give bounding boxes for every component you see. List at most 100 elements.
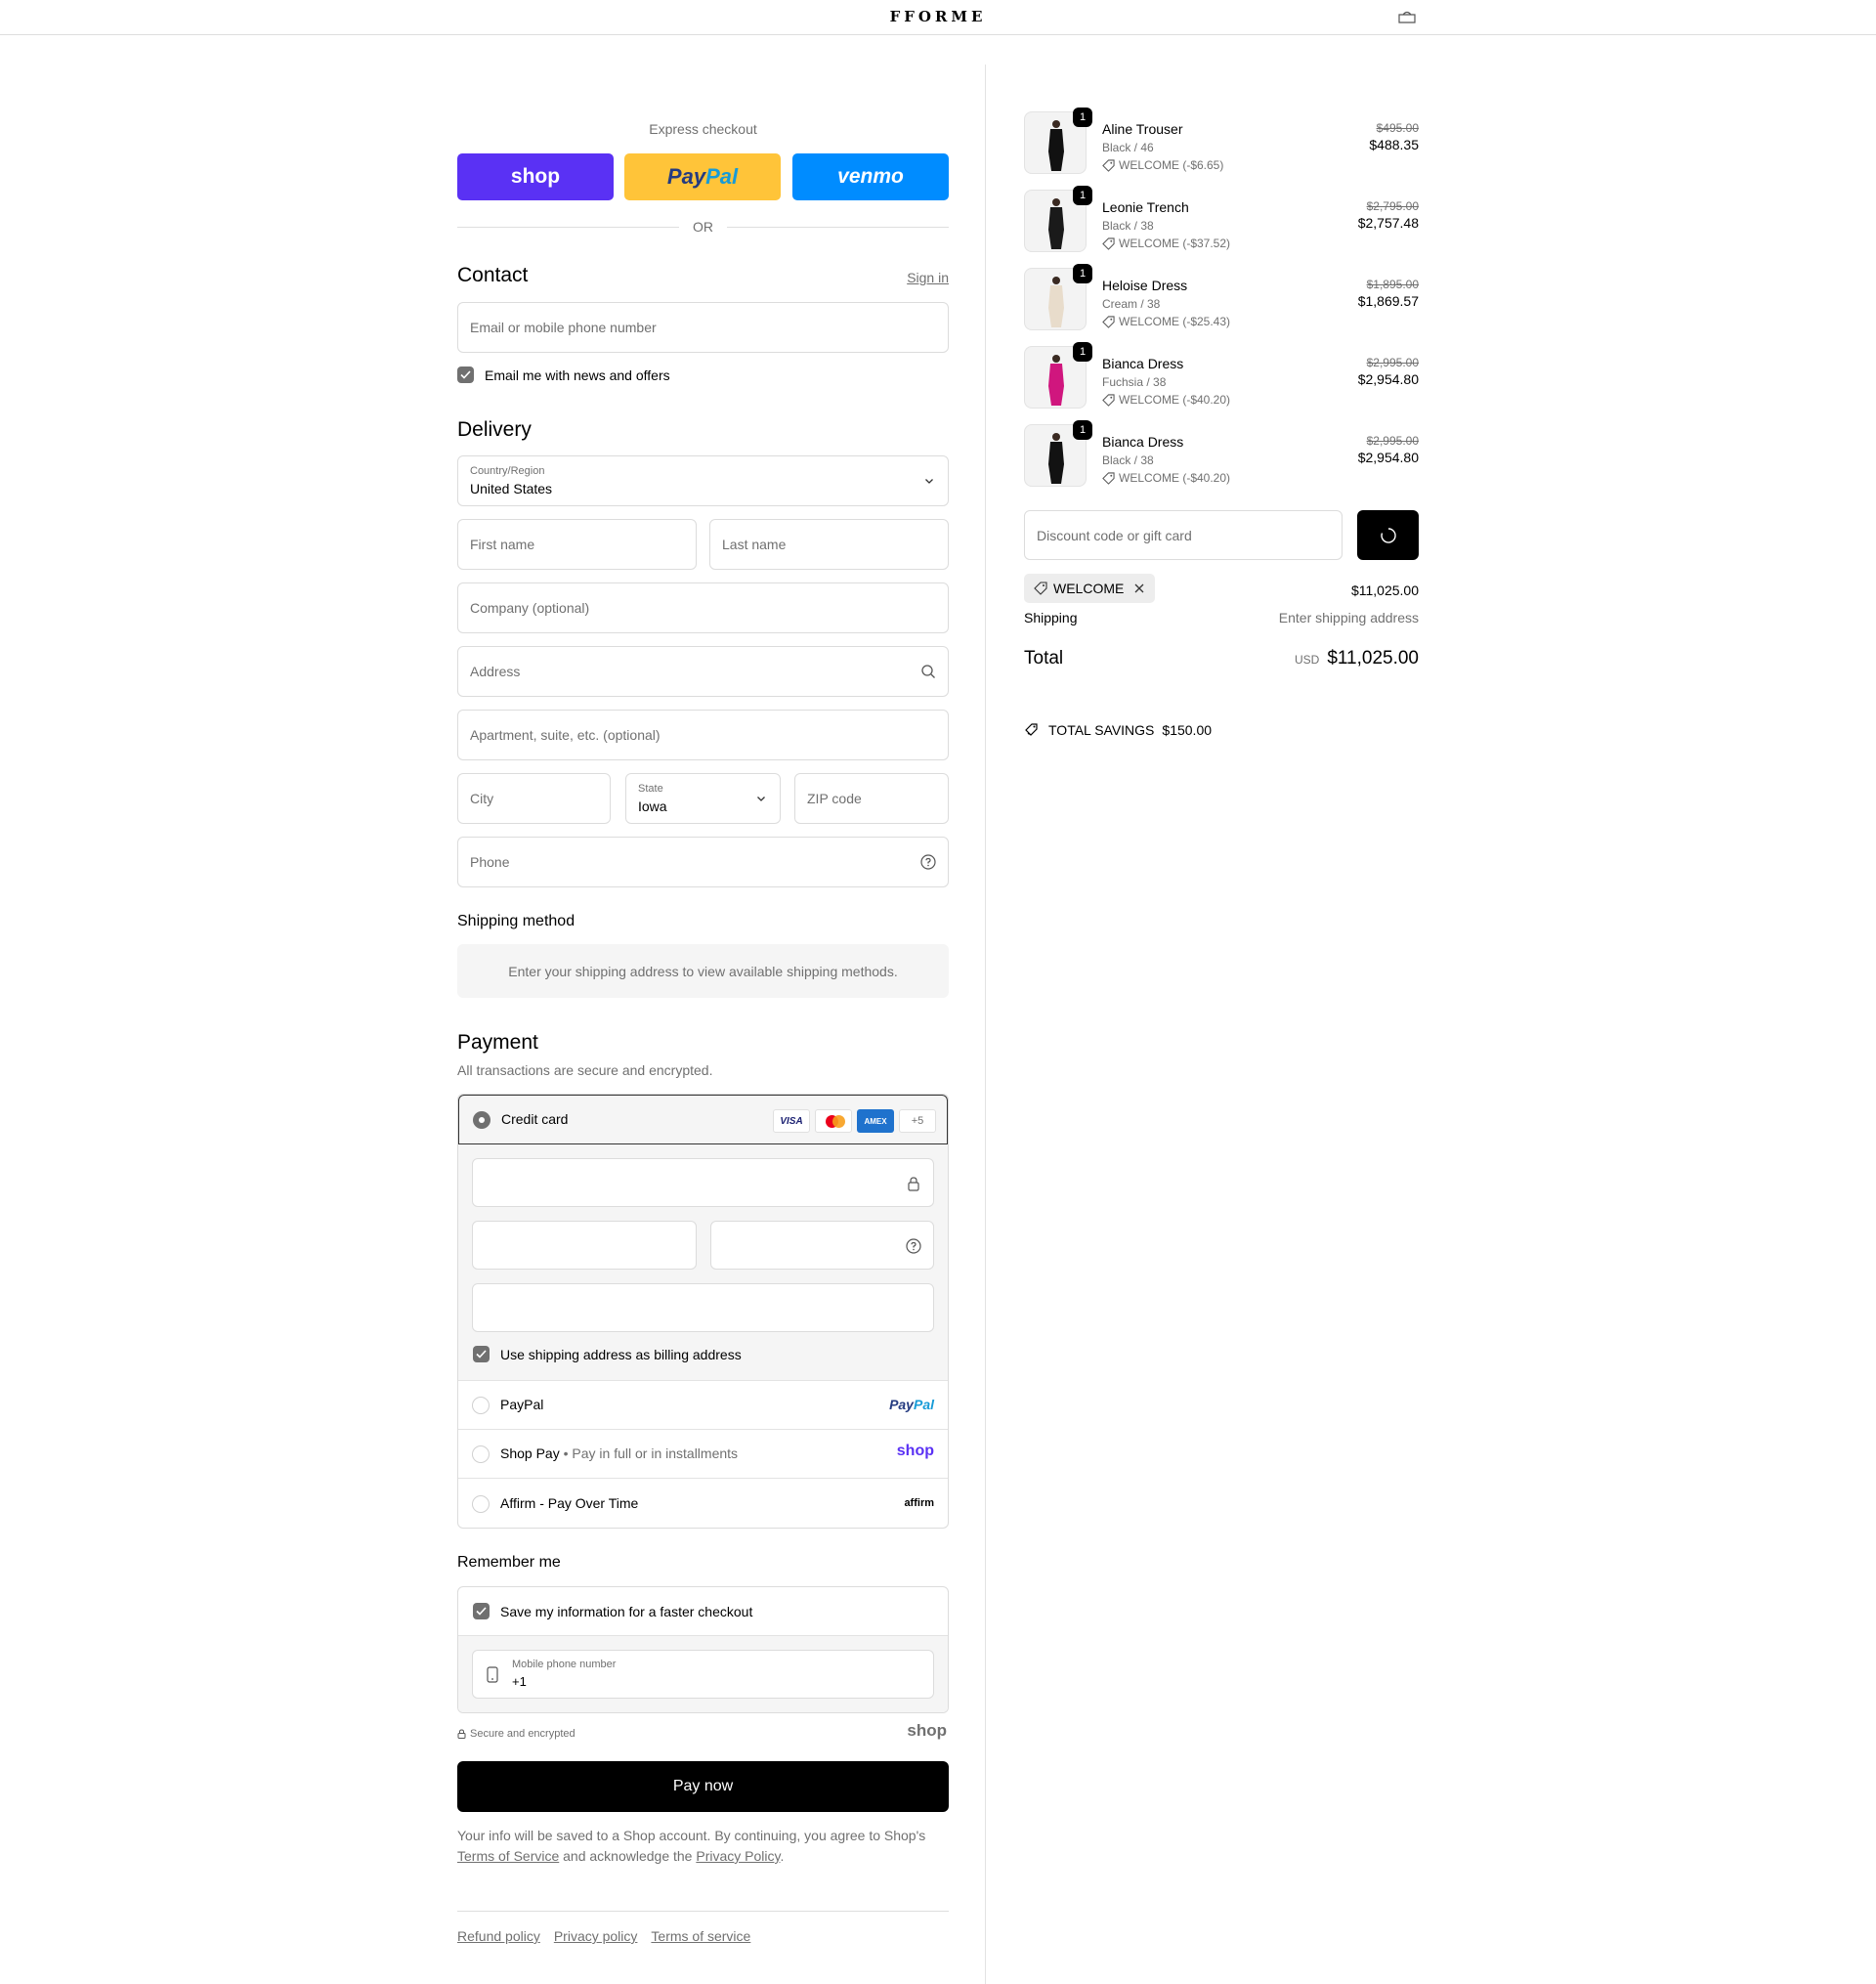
paypal-logo-pay: Pay xyxy=(666,164,706,189)
apply-discount-button[interactable] xyxy=(1357,510,1419,560)
check-icon xyxy=(476,1607,487,1616)
paypal-radio[interactable] xyxy=(472,1397,490,1414)
privacy-policy-link[interactable]: Privacy Policy xyxy=(696,1848,780,1864)
state-label: State xyxy=(638,783,663,795)
venmo-button[interactable]: venmo xyxy=(792,153,949,200)
amex-text: AMEX xyxy=(864,1116,887,1126)
last-name-placeholder: Last name xyxy=(722,537,787,552)
shoppay-option[interactable]: Shop Pay • Pay in full or in installment… xyxy=(458,1429,948,1478)
express-checkout-title: Express checkout xyxy=(649,121,757,137)
phone-field[interactable]: Phone xyxy=(457,837,949,887)
save-info-checkbox[interactable] xyxy=(473,1603,490,1619)
product-variant: Black / 38 xyxy=(1102,453,1154,467)
pay-now-button[interactable]: Pay now xyxy=(457,1761,949,1812)
legal-text: Your info will be saved to a Shop accoun… xyxy=(457,1826,949,1867)
affirm-option[interactable]: Affirm - Pay Over Time affirm xyxy=(458,1478,948,1528)
email-field[interactable]: Email or mobile phone number xyxy=(457,302,949,353)
shipping-value: Enter shipping address xyxy=(1278,610,1419,625)
line-item: 1 Leonie Trench Black / 38 WELCOME (-$37.52… xyxy=(1024,186,1419,258)
payment-methods: Credit card VISA AMEX +5 Use shipping ad… xyxy=(457,1094,949,1529)
billing-same-checkbox[interactable] xyxy=(473,1346,490,1362)
country-select[interactable]: Country/Region United States xyxy=(457,455,949,506)
product-variant: Black / 38 xyxy=(1102,219,1154,233)
product-variant: Black / 46 xyxy=(1102,141,1154,154)
line-item: 1 Bianca Dress Fuchsia / 38 WELCOME (-$40.2… xyxy=(1024,342,1419,414)
company-field[interactable]: Company (optional) xyxy=(457,582,949,633)
product-discount: WELCOME (-$40.20) xyxy=(1102,393,1230,407)
or-divider-right xyxy=(727,227,949,228)
paypal-button[interactable]: Pay Pal xyxy=(624,153,781,200)
sign-in-link[interactable]: Sign in xyxy=(907,270,949,285)
shipping-method-notice: Enter your shipping address to view avai… xyxy=(457,944,949,998)
help-icon[interactable] xyxy=(906,1238,921,1254)
visa-text: VISA xyxy=(780,1115,803,1127)
zip-field[interactable]: ZIP code xyxy=(794,773,949,824)
quantity-badge: 1 xyxy=(1073,186,1092,205)
product-final-price: $1,869.57 xyxy=(1357,293,1419,309)
paypal-logo-pal: Pal xyxy=(913,1397,934,1412)
terms-of-service-footer-link[interactable]: Terms of service xyxy=(651,1928,750,1944)
discount-code-field[interactable]: Discount code or gift card xyxy=(1024,510,1343,560)
privacy-policy-footer-link[interactable]: Privacy policy xyxy=(554,1928,638,1944)
mastercard-icon xyxy=(815,1109,852,1133)
product-discount-label: WELCOME (-$40.20) xyxy=(1119,393,1231,407)
help-icon[interactable] xyxy=(920,854,936,870)
visa-icon: VISA xyxy=(773,1109,810,1133)
security-code-field[interactable] xyxy=(710,1221,934,1270)
mobile-phone-icon xyxy=(487,1666,498,1683)
product-name: Bianca Dress xyxy=(1102,434,1184,450)
close-icon[interactable] xyxy=(1133,582,1145,594)
amex-icon: AMEX xyxy=(857,1109,894,1133)
lock-icon xyxy=(457,1729,466,1739)
tag-icon xyxy=(1102,315,1115,328)
product-variant: Cream / 38 xyxy=(1102,297,1161,311)
line-item: 1 Aline Trouser Black / 46 WELCOME (-$6.65)… xyxy=(1024,108,1419,180)
product-discount-label: WELCOME (-$25.43) xyxy=(1119,315,1231,328)
product-name: Heloise Dress xyxy=(1102,278,1188,293)
refund-policy-link[interactable]: Refund policy xyxy=(457,1928,540,1944)
country-label: Country/Region xyxy=(470,465,545,477)
state-select[interactable]: State Iowa xyxy=(625,773,781,824)
quantity-badge: 1 xyxy=(1073,420,1092,440)
card-number-field[interactable] xyxy=(472,1158,934,1207)
paypal-option[interactable]: PayPal PayPal xyxy=(458,1380,948,1429)
apartment-field[interactable]: Apartment, suite, etc. (optional) xyxy=(457,710,949,760)
tag-icon xyxy=(1102,158,1115,172)
mobile-phone-field[interactable]: Mobile phone number +1 xyxy=(472,1650,934,1699)
shipping-label: Shipping xyxy=(1024,610,1078,625)
terms-of-service-link[interactable]: Terms of Service xyxy=(457,1848,559,1864)
column-divider xyxy=(985,65,986,1984)
newsletter-checkbox[interactable] xyxy=(457,367,474,383)
apartment-placeholder: Apartment, suite, etc. (optional) xyxy=(470,727,661,743)
product-final-price: $2,954.80 xyxy=(1357,371,1419,387)
shop-pay-button[interactable]: shop xyxy=(457,153,614,200)
last-name-field[interactable]: Last name xyxy=(709,519,949,570)
city-field[interactable]: City xyxy=(457,773,611,824)
first-name-field[interactable]: First name xyxy=(457,519,697,570)
venmo-logo: venmo xyxy=(837,165,904,188)
first-name-placeholder: First name xyxy=(470,537,535,552)
product-variant: Fuchsia / 38 xyxy=(1102,375,1167,389)
shoppay-radio[interactable] xyxy=(472,1445,490,1463)
payment-subtitle: All transactions are secure and encrypte… xyxy=(457,1062,713,1078)
expiry-field[interactable] xyxy=(472,1221,697,1270)
or-label: OR xyxy=(693,219,713,235)
total-amount: USD $11,025.00 xyxy=(1295,648,1419,669)
total-value: $11,025.00 xyxy=(1327,648,1419,669)
name-on-card-field[interactable] xyxy=(472,1283,934,1332)
credit-card-option[interactable]: Credit card VISA AMEX +5 xyxy=(458,1095,948,1144)
product-name: Leonie Trench xyxy=(1102,199,1189,215)
address-field[interactable]: Address xyxy=(457,646,949,697)
credit-card-radio[interactable] xyxy=(473,1111,490,1129)
product-original-price: $2,995.00 xyxy=(1366,434,1419,448)
product-final-price: $2,954.80 xyxy=(1357,450,1419,465)
applied-code-label: WELCOME xyxy=(1053,581,1125,596)
zip-placeholder: ZIP code xyxy=(807,791,862,806)
shop-pay-logo: shop xyxy=(510,165,561,188)
applied-code-chip: WELCOME xyxy=(1024,574,1156,603)
bag-icon[interactable] xyxy=(1398,11,1416,23)
country-value: United States xyxy=(470,481,553,496)
mobile-panel: Mobile phone number +1 xyxy=(458,1635,948,1712)
affirm-radio[interactable] xyxy=(472,1495,490,1513)
brand-logo[interactable]: FFORME xyxy=(0,8,1876,25)
